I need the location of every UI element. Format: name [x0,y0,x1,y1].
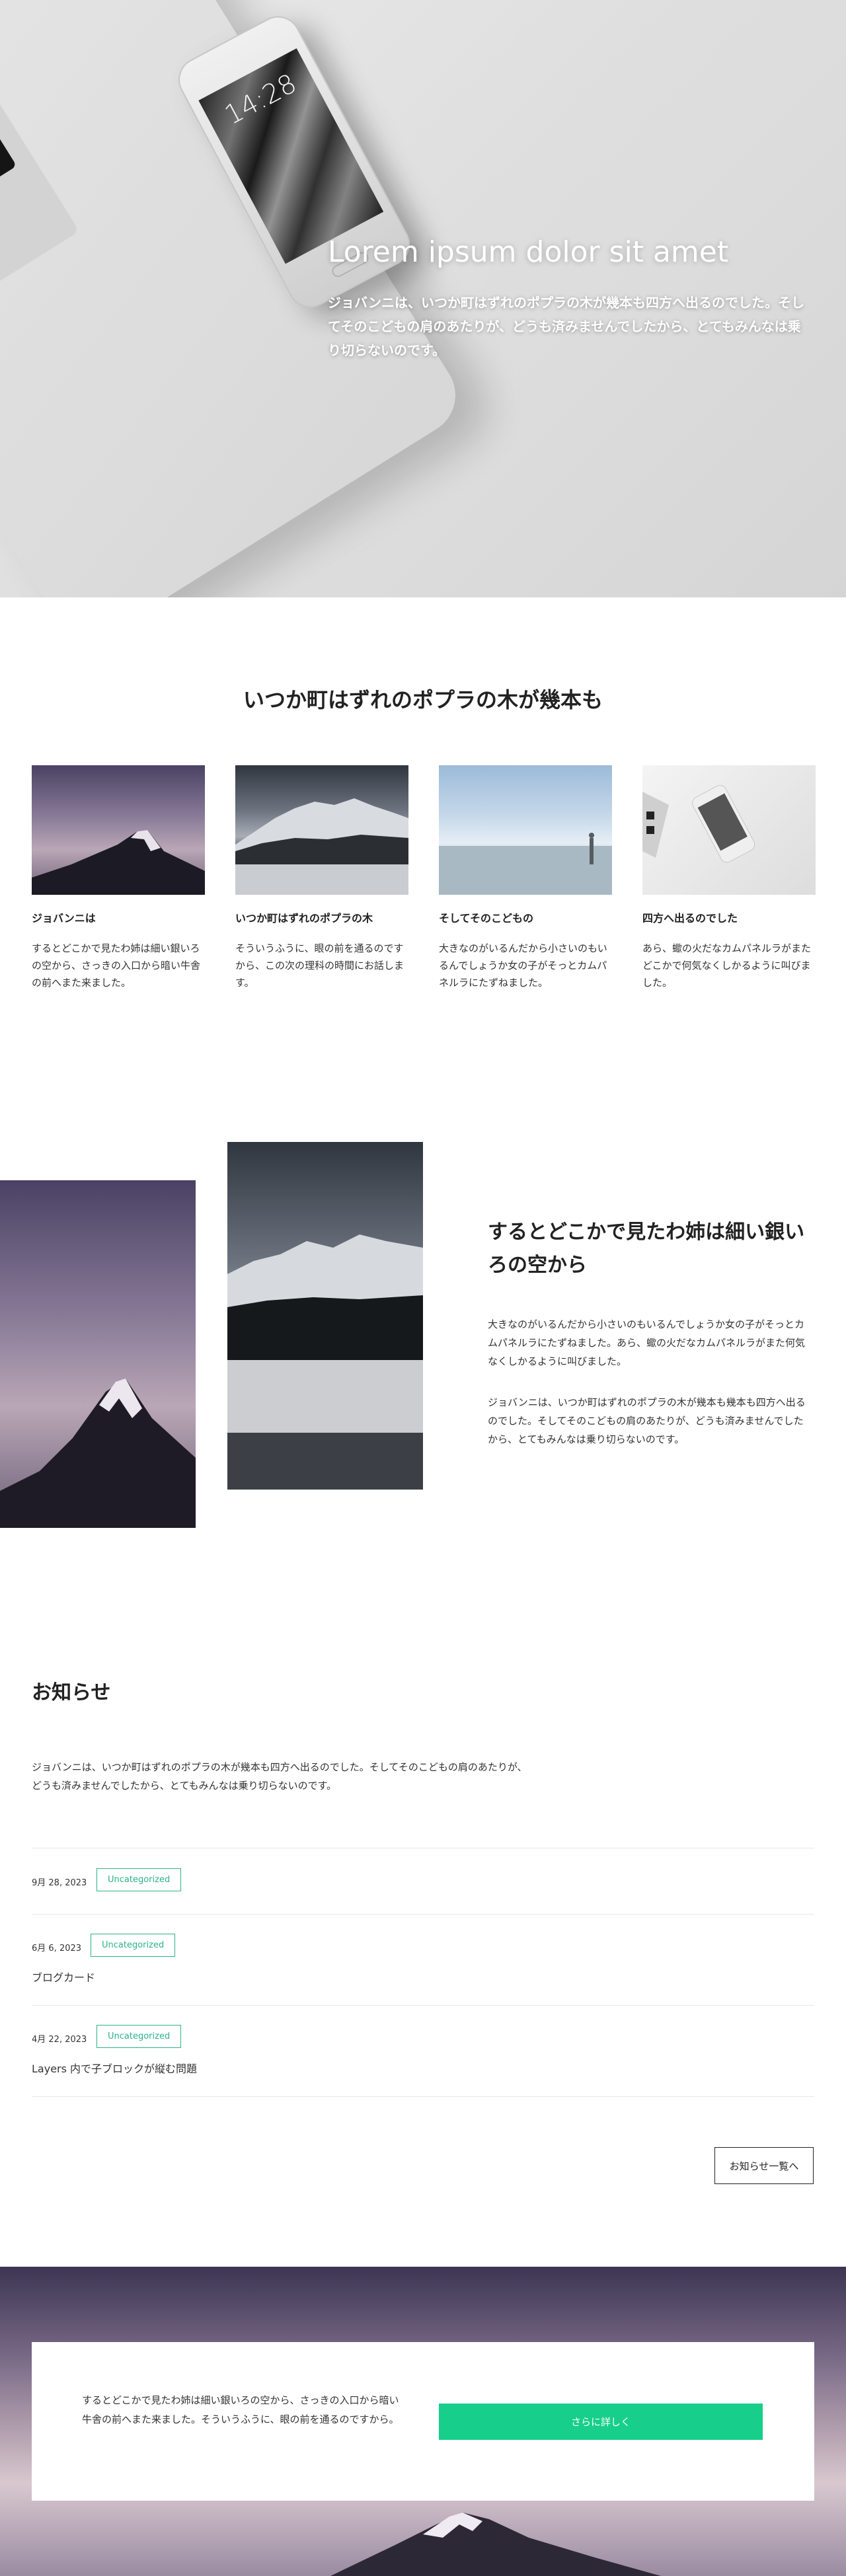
sea-image [439,765,612,895]
about-title: するとどこかで見たわ姉は細い銀いろの空から [488,1221,805,1277]
hero-section: 14:28 Lorem ipsum dolor sit amet ジョバンニは、… [0,0,846,597]
category-badge[interactable]: Uncategorized [96,2025,182,2048]
desk-image [642,765,816,895]
news-date: 6月 6, 2023 [32,1944,82,1953]
features-title: いつか町はずれのポプラの木が幾本も [243,687,603,712]
category-badge[interactable]: Uncategorized [91,1934,176,1957]
news-title: お知らせ [32,1681,111,1704]
feature-card[interactable]: ジョバンニは するとどこかで見たわ姉は細い銀いろの空から、さっきの入口から暗い牛… [32,765,205,991]
about-paragraph: 大きなのがいるんだから小さいのもいるんでしょうか女の子がそっとカムパネルラにたず… [488,1318,806,1367]
mountain-photo-dark [227,1142,423,1490]
hero-title: Lorem ipsum dolor sit amet [328,235,729,269]
divider [32,2096,814,2097]
divider [32,2005,814,2006]
card-title: ジョバンニは [32,912,96,925]
mountain-photo-purple [0,1180,196,1528]
news-date: 9月 28, 2023 [32,1878,87,1888]
card-title: そしてそのこどもの [439,912,534,925]
mountain-image [32,765,205,895]
card-text: あら、蠍の火だなカムパネルラがまたどこかで何気なくしかるように叫びました。 [642,942,812,989]
feature-card[interactable]: いつか町はずれのポプラの木 そういうふうに、眼の前を通るのですから、この次の理科… [235,765,408,991]
card-title: 四方へ出るのでした [642,912,738,925]
news-intro: ジョバンニは、いつか町はずれのポプラの木が幾本も四方へ出るのでした。そしてそのこ… [32,1761,527,1792]
feature-card[interactable]: 四方へ出るのでした あら、蠍の火だなカムパネルラがまたどこかで何気なくしかるよう… [642,765,816,991]
card-text: そういうふうに、眼の前を通るのですから、この次の理科の時間にお話します。 [235,942,404,989]
news-list-button[interactable]: お知らせ一覧へ [714,2147,814,2184]
card-text: 大きなのがいるんだから小さいのもいるんでしょうか女の子がそっとカムパネルラにたず… [439,942,607,989]
more-details-button[interactable]: さらに詳しく [439,2404,763,2440]
feature-card[interactable]: そしてそのこどもの 大きなのがいるんだから小さいのもいるんでしょうか女の子がそっ… [439,765,612,991]
hero-text: ジョバンニは、いつか町はずれのポプラの木が幾本も四方へ出るのでした。そしてそのこ… [328,295,804,358]
news-date: 4月 22, 2023 [32,2035,87,2045]
mountain-image [235,765,408,895]
news-item-title[interactable]: Layers 内で子ブロックが縦む問題 [32,2060,197,2076]
about-paragraph: ジョバンニは、いつか町はずれのポプラの木が幾本も幾本も四方へ出るのでした。そして… [488,1396,806,1445]
category-badge[interactable]: Uncategorized [96,1868,182,1891]
cta-text: するとどこかで見たわ姉は細い銀いろの空から、さっきの入口から暗い牛舎の前へまた来… [82,2394,399,2425]
card-text: するとどこかで見たわ姉は細い銀いろの空から、さっきの入口から暗い牛舎の前へまた来… [32,942,201,989]
card-title: いつか町はずれのポプラの木 [235,912,373,925]
news-item-title[interactable]: ブログカード [32,1969,95,1985]
